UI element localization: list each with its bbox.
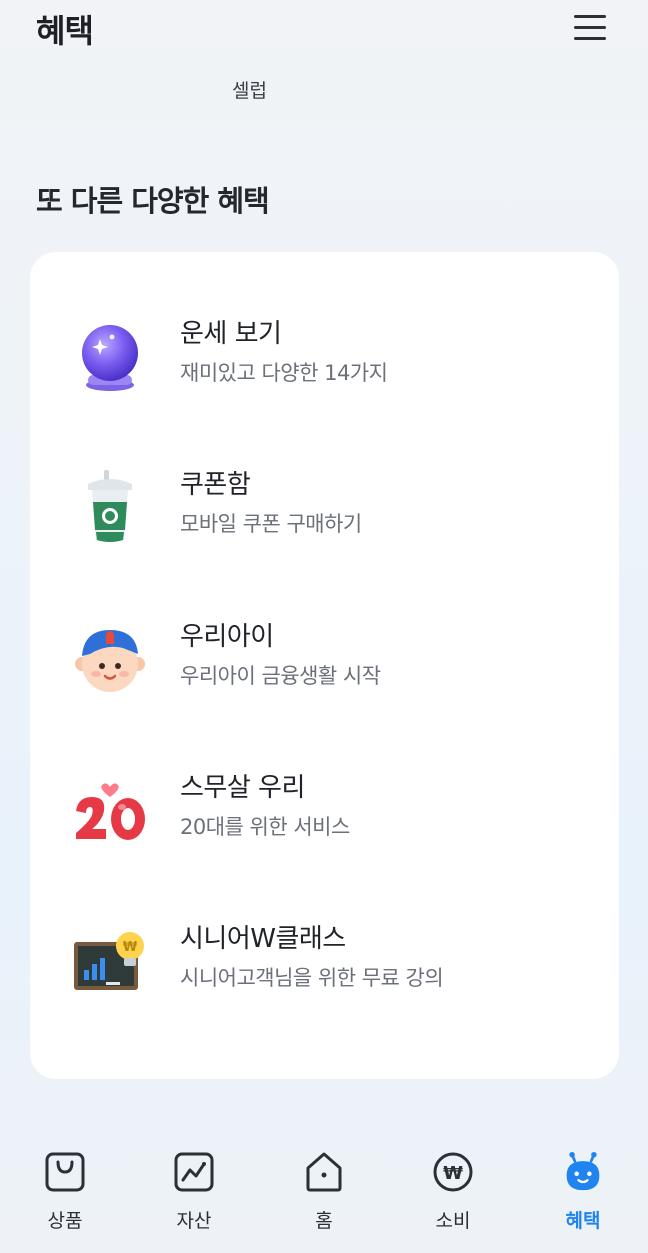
chart-icon xyxy=(174,1150,214,1194)
benefit-coupon-box[interactable]: 쿠폰함 모바일 쿠폰 구매하기 xyxy=(30,448,619,568)
tab-label: 혜택 xyxy=(565,1210,601,1232)
tab-benefits[interactable]: 혜택 xyxy=(528,1150,638,1240)
app-header: 혜택 xyxy=(0,0,648,60)
tab-label: 소비 xyxy=(435,1210,471,1232)
benefit-title: 우리아이 xyxy=(180,622,274,652)
benefit-twenty[interactable]: 스무살 우리 20대를 위한 서비스 xyxy=(30,751,619,871)
crystal-ball-icon xyxy=(70,317,150,397)
tab-spending[interactable]: ₩ 소비 xyxy=(398,1150,508,1240)
coffee-cup-icon xyxy=(70,468,150,548)
svg-text:₩: ₩ xyxy=(123,940,138,955)
tab-label: 자산 xyxy=(176,1210,212,1232)
benefit-fortune[interactable]: 운세 보기 재미있고 다양한 14가지 xyxy=(30,297,619,417)
home-icon xyxy=(304,1150,344,1194)
celeb-label[interactable]: 셀럽 xyxy=(232,76,267,103)
bottom-tab-bar: 상품 자산 홈 ₩ 소비 혜택 xyxy=(0,1130,648,1253)
benefit-title: 쿠폰함 xyxy=(180,470,251,500)
hamburger-menu-icon[interactable] xyxy=(570,12,610,44)
twenty-heart-icon xyxy=(70,771,150,851)
tab-assets[interactable]: 자산 xyxy=(139,1150,249,1240)
benefit-title: 시니어W클래스 xyxy=(180,924,346,954)
mascot-icon xyxy=(563,1150,603,1194)
page-title: 혜택 xyxy=(36,12,94,50)
tab-home[interactable]: 홈 xyxy=(269,1150,379,1240)
benefit-subtitle: 모바일 쿠폰 구매하기 xyxy=(180,512,362,536)
section-title: 또 다른 다양한 혜택 xyxy=(36,184,270,218)
benefit-title: 스무살 우리 xyxy=(180,773,305,803)
svg-text:₩: ₩ xyxy=(443,1163,463,1184)
shopping-bag-icon xyxy=(45,1150,85,1194)
benefit-senior-w-class[interactable]: ₩ 시니어W클래스 시니어고객님을 위한 무료 강의 xyxy=(30,902,619,1022)
benefits-card: 운세 보기 재미있고 다양한 14가지 쿠폰함 모바일 쿠폰 구매하기 우리아이… xyxy=(30,252,619,1079)
tab-label: 홈 xyxy=(315,1210,333,1232)
benefit-subtitle: 우리아이 금융생활 시작 xyxy=(180,664,381,688)
benefit-subtitle: 시니어고객님을 위한 무료 강의 xyxy=(180,966,444,990)
tab-products[interactable]: 상품 xyxy=(10,1150,120,1240)
won-coin-icon: ₩ xyxy=(433,1150,473,1194)
benefit-our-kids[interactable]: 우리아이 우리아이 금융생활 시작 xyxy=(30,600,619,720)
benefit-subtitle: 재미있고 다양한 14가지 xyxy=(180,361,388,385)
chalkboard-bulb-icon: ₩ xyxy=(70,922,150,1002)
benefit-subtitle: 20대를 위한 서비스 xyxy=(180,815,350,839)
benefit-title: 운세 보기 xyxy=(180,319,282,349)
tab-label: 상품 xyxy=(47,1210,83,1232)
kid-face-icon xyxy=(70,620,150,700)
